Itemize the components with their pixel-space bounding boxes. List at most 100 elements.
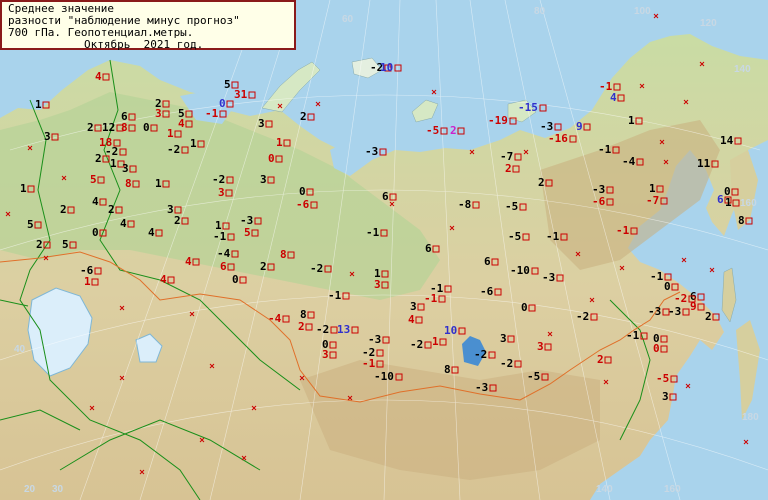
observation-value: -7 <box>646 194 659 207</box>
observation-value: 6 <box>484 255 491 268</box>
observation-value: 3 <box>537 340 544 353</box>
observation-value: 2 <box>95 152 102 165</box>
observation-value: -4 <box>217 247 231 260</box>
observation-value: 4 <box>408 313 415 326</box>
observation-value: 4 <box>95 70 102 83</box>
map-title-box: Среднее значение разности "наблюдение ми… <box>0 0 296 51</box>
observation-value: 4 <box>92 195 99 208</box>
station-marker <box>554 123 562 131</box>
observation-value: 1 <box>110 157 117 170</box>
meridian-label: 140 <box>596 484 613 495</box>
observation-value: -2 <box>474 348 487 361</box>
observation-value: -5 <box>426 124 439 137</box>
observation-value: 3 <box>322 348 329 361</box>
observation-value: -6 <box>480 285 494 298</box>
station-marker <box>539 104 547 112</box>
observation-value: -3 <box>365 145 378 158</box>
observation-value: 5 <box>62 238 69 251</box>
observation-value: -1 <box>366 226 380 239</box>
observation-value: 3 <box>122 162 129 175</box>
observation-value: -3 <box>542 271 555 284</box>
observation-value: 2 <box>108 203 115 216</box>
observation-value: -5 <box>508 230 521 243</box>
observation-value: 2 <box>36 238 43 251</box>
observation-value: -1 <box>213 230 227 243</box>
observation-value: 2 <box>298 320 305 333</box>
observation-value: 3 <box>218 186 225 199</box>
observation-value: -3 <box>368 333 381 346</box>
observation-value: 3 <box>167 203 174 216</box>
observation-value: -2 <box>310 262 323 275</box>
observation-value: -2 <box>212 173 225 186</box>
observation-value: 8 <box>444 363 451 376</box>
observation-value: -2 <box>410 338 423 351</box>
observation-value: -8 <box>458 198 471 211</box>
observation-value: -1 <box>650 270 664 283</box>
observation-value: 31 <box>234 88 248 101</box>
observation-value: 5 <box>90 173 97 186</box>
observation-value: 10 <box>380 61 393 74</box>
observation-value: 3 <box>662 390 669 403</box>
observation-value: -2 <box>674 292 687 305</box>
observation-value: 2 <box>60 203 67 216</box>
observation-value: 8 <box>125 177 132 190</box>
observation-value: 4 <box>178 117 185 130</box>
meridian-label: 160 <box>664 484 681 495</box>
meridian-label: 40 <box>14 344 26 355</box>
observation-value: -16 <box>548 132 568 145</box>
observation-value: 13 <box>337 323 350 336</box>
observation-value: 1 <box>190 137 197 150</box>
observation-value: 6 <box>382 190 389 203</box>
observation-value: -3 <box>648 305 661 318</box>
observation-value: -4 <box>268 312 282 325</box>
novaya-zemlya <box>261 61 321 113</box>
observation-value: 2 <box>505 162 512 175</box>
observation-value: -5 <box>656 372 669 385</box>
observation-value: -4 <box>622 155 636 168</box>
observation-value: -10 <box>374 370 394 383</box>
observation-value: 0 <box>653 342 660 355</box>
japan-islands <box>736 320 760 420</box>
observation-value: -1 <box>328 289 342 302</box>
meridian-label: 30 <box>52 484 64 495</box>
observation-value: -2 <box>500 357 513 370</box>
observation-value: 0 <box>299 185 306 198</box>
observation-value: 8 <box>280 248 287 261</box>
observation-value: 0 <box>232 273 239 286</box>
observation-value: 4 <box>185 255 192 268</box>
observation-value: 8 <box>738 214 745 227</box>
station-marker <box>697 293 705 301</box>
observation-value: 3 <box>500 332 507 345</box>
observation-value: 9 <box>690 300 697 313</box>
observation-value: 6 <box>717 193 724 206</box>
observation-value: 6 <box>425 242 432 255</box>
observation-value: 10 <box>444 324 457 337</box>
observation-value: -2 <box>576 310 589 323</box>
observation-value: -5 <box>505 200 518 213</box>
meridian-label: 140 <box>734 64 751 75</box>
observation-value: 6 <box>220 260 227 273</box>
observation-value: -15 <box>518 101 538 114</box>
observation-value: 5 <box>224 78 231 91</box>
observation-value: -2 <box>167 143 180 156</box>
observation-value: 2 <box>87 121 94 134</box>
observation-value: 9 <box>576 120 583 133</box>
observation-value: 4 <box>160 273 167 286</box>
observation-value: 0 <box>268 152 275 165</box>
sakhalin-island <box>721 267 737 323</box>
observation-value: 12 <box>102 121 115 134</box>
observation-value: -2 <box>316 323 329 336</box>
station-marker <box>379 148 387 156</box>
observation-value: 11 <box>697 157 711 170</box>
observation-value: 1 <box>35 98 42 111</box>
observation-value: 1 <box>432 335 439 348</box>
observation-value: 14 <box>720 134 734 147</box>
observation-value: -1 <box>546 230 560 243</box>
observation-value: 4 <box>148 226 155 239</box>
observation-value: -1 <box>205 107 219 120</box>
observation-value: 2 <box>260 260 267 273</box>
station-marker <box>248 91 256 99</box>
observation-value: 1 <box>155 177 162 190</box>
observation-value: 0 <box>664 280 671 293</box>
observation-value: -10 <box>510 264 530 277</box>
